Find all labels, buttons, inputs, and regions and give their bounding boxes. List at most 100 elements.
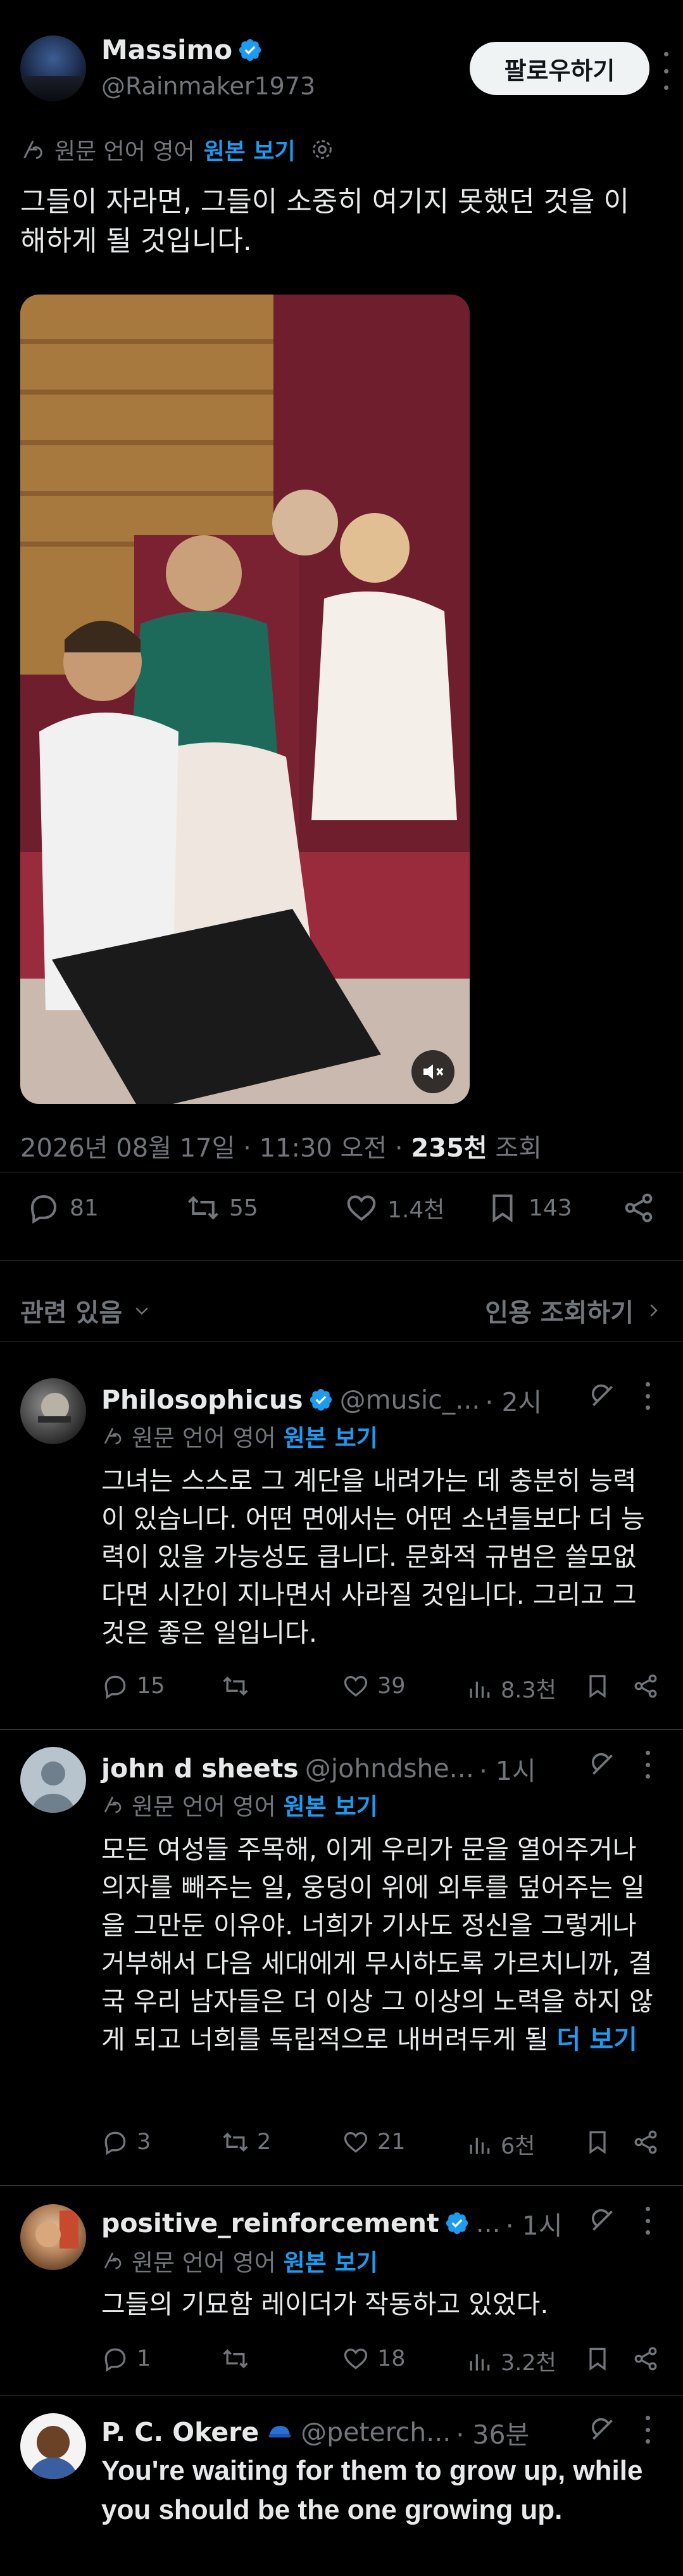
reply-count: 3 (137, 2129, 151, 2155)
reply-icon (104, 2131, 126, 2155)
view-original-link[interactable]: 원본 보기 (284, 1787, 378, 1822)
grok-icon[interactable] (589, 2416, 617, 2444)
reply-author-handle[interactable]: @johndshe... (305, 1753, 474, 1784)
share-icon (625, 1193, 653, 1222)
mute-icon[interactable] (411, 1050, 454, 1093)
share-button[interactable] (632, 2345, 660, 2373)
like-button[interactable]: 18 (342, 2345, 406, 2373)
repost-icon (223, 1676, 248, 1696)
follow-button[interactable]: 팔로우하기 (470, 42, 649, 95)
tweet-header: Massimo @Rainmaker1973 팔로우하기 (20, 32, 668, 101)
view-original-link[interactable]: 원본 보기 (284, 2243, 378, 2278)
bookmark-icon (589, 2131, 606, 2154)
reply-author-name[interactable]: P. C. Okere (101, 2417, 259, 2447)
reply-button[interactable]: 81 (27, 1191, 99, 1225)
reply-author-name[interactable]: john d sheets (101, 1753, 299, 1784)
more-options-icon[interactable] (646, 1382, 651, 1410)
view-original-link[interactable]: 원본 보기 (204, 133, 296, 166)
reply-actions: 15 39 8.3천 (101, 1672, 658, 1708)
repost-button[interactable] (222, 1672, 257, 1700)
author-name-text[interactable]: Massimo (101, 34, 232, 65)
heart-icon (344, 2349, 368, 2370)
author-name[interactable]: Massimo (101, 34, 263, 65)
gear-icon[interactable] (310, 137, 335, 162)
tweet-actions: 81 55 1.4천 143 (20, 1191, 663, 1241)
views-button[interactable]: 6천 (465, 2128, 535, 2160)
views-count: 235천 (411, 1134, 487, 1163)
chevron-right-icon (650, 1304, 658, 1317)
reply-text: You're waiting for them to grow up, whil… (101, 2455, 643, 2525)
view-quotes-link[interactable]: 인용 조회하기 (485, 1292, 663, 1329)
reply-author-name[interactable]: Philosophicus (101, 1385, 303, 1415)
reply-button[interactable]: 1 (101, 2345, 151, 2373)
bookmark-button[interactable] (584, 1672, 611, 1700)
more-options-icon[interactable] (660, 52, 672, 90)
video-player[interactable] (20, 295, 470, 1104)
like-button[interactable]: 39 (342, 1672, 406, 1700)
quotes-label: 인용 조회하기 (485, 1298, 634, 1328)
reply-icon (104, 2348, 126, 2372)
verified-badge-icon (310, 1388, 332, 1411)
share-button[interactable] (622, 1191, 656, 1225)
divider (0, 2185, 683, 2186)
share-icon (634, 1674, 657, 1698)
avatar[interactable] (20, 1378, 86, 1444)
repost-button[interactable] (222, 2345, 257, 2373)
like-count: 39 (377, 1673, 406, 1699)
related-label: 관련 있음 (20, 1298, 123, 1328)
view-original-link[interactable]: 원본 보기 (284, 1419, 378, 1453)
reply-header: positive_reinforcement ... · 1시 (101, 2204, 563, 2242)
analytics-icon (470, 1681, 490, 1698)
cap-badge-icon (268, 2426, 291, 2438)
reply-header: john d sheets @johndshe... · 1시 (101, 1749, 536, 1787)
views-button[interactable]: 3.2천 (465, 2345, 556, 2377)
reply-author-handle[interactable]: @peterch... (301, 2417, 451, 2447)
translate-icon (104, 1428, 122, 1445)
reply-text: 그들의 기묘함 레이더가 작동하고 있었다. (101, 2289, 549, 2319)
author-handle[interactable]: @Rainmaker1973 (101, 72, 315, 100)
avatar[interactable] (20, 35, 86, 101)
like-button[interactable]: 21 (342, 2128, 406, 2156)
reply-time[interactable]: · 36분 (456, 2413, 529, 2451)
translate-icon (23, 140, 42, 159)
translate-icon (104, 2252, 122, 2269)
more-options-icon[interactable] (646, 1751, 651, 1779)
reply-button[interactable]: 3 (101, 2128, 151, 2156)
grok-icon[interactable] (589, 1751, 617, 1779)
reply-author-handle[interactable]: @music_... (340, 1385, 480, 1415)
bookmark-button[interactable] (584, 2345, 611, 2373)
like-button[interactable]: 1.4천 (344, 1191, 444, 1225)
repost-button[interactable]: 55 (186, 1191, 258, 1225)
timestamp[interactable]: 2026년 08월 17일 · 11:30 오전 · (20, 1134, 411, 1163)
reply-time[interactable]: · 2시 (485, 1381, 542, 1419)
reply-time[interactable]: · 1시 (506, 2204, 563, 2242)
analytics-icon (470, 2137, 490, 2154)
reply-button[interactable]: 15 (101, 1672, 165, 1700)
avatar[interactable] (20, 2204, 86, 2270)
avatar[interactable] (20, 2413, 86, 2479)
views-button[interactable]: 8.3천 (465, 1672, 556, 1704)
more-options-icon[interactable] (646, 2416, 651, 2444)
reply-author-handle[interactable]: ... (476, 2208, 501, 2238)
bookmark-button[interactable]: 143 (486, 1191, 572, 1225)
repost-icon (223, 2349, 248, 2369)
reply-text-body: 모든 여성들 주목해, 이게 우리가 문을 열어주거나 의자를 빼주는 일, 웅… (101, 1834, 653, 2055)
heart-icon (344, 2132, 368, 2153)
tweet-text: 그들이 자라면, 그들이 소중히 여기지 못했던 것을 이해하게 될 것입니다. (20, 186, 629, 257)
share-button[interactable] (632, 1672, 660, 1700)
reply-author-name[interactable]: positive_reinforcement (101, 2208, 439, 2238)
repost-button[interactable]: 2 (222, 2128, 271, 2156)
share-button[interactable] (632, 2128, 660, 2156)
related-dropdown[interactable]: 관련 있음 (20, 1292, 151, 1329)
reply-header: P. C. Okere @peterch... · 36분 (101, 2413, 529, 2451)
heart-icon (344, 1676, 368, 1697)
bookmark-button[interactable] (584, 2128, 611, 2156)
more-options-icon[interactable] (646, 2207, 651, 2235)
avatar[interactable] (20, 1747, 86, 1813)
bookmark-icon (589, 2347, 606, 2371)
show-more-link[interactable]: 더 보기 (556, 2024, 637, 2055)
reply-time[interactable]: · 1시 (479, 1749, 536, 1787)
like-count: 18 (377, 2346, 406, 2371)
grok-icon[interactable] (589, 1382, 617, 1410)
grok-icon[interactable] (589, 2207, 617, 2235)
